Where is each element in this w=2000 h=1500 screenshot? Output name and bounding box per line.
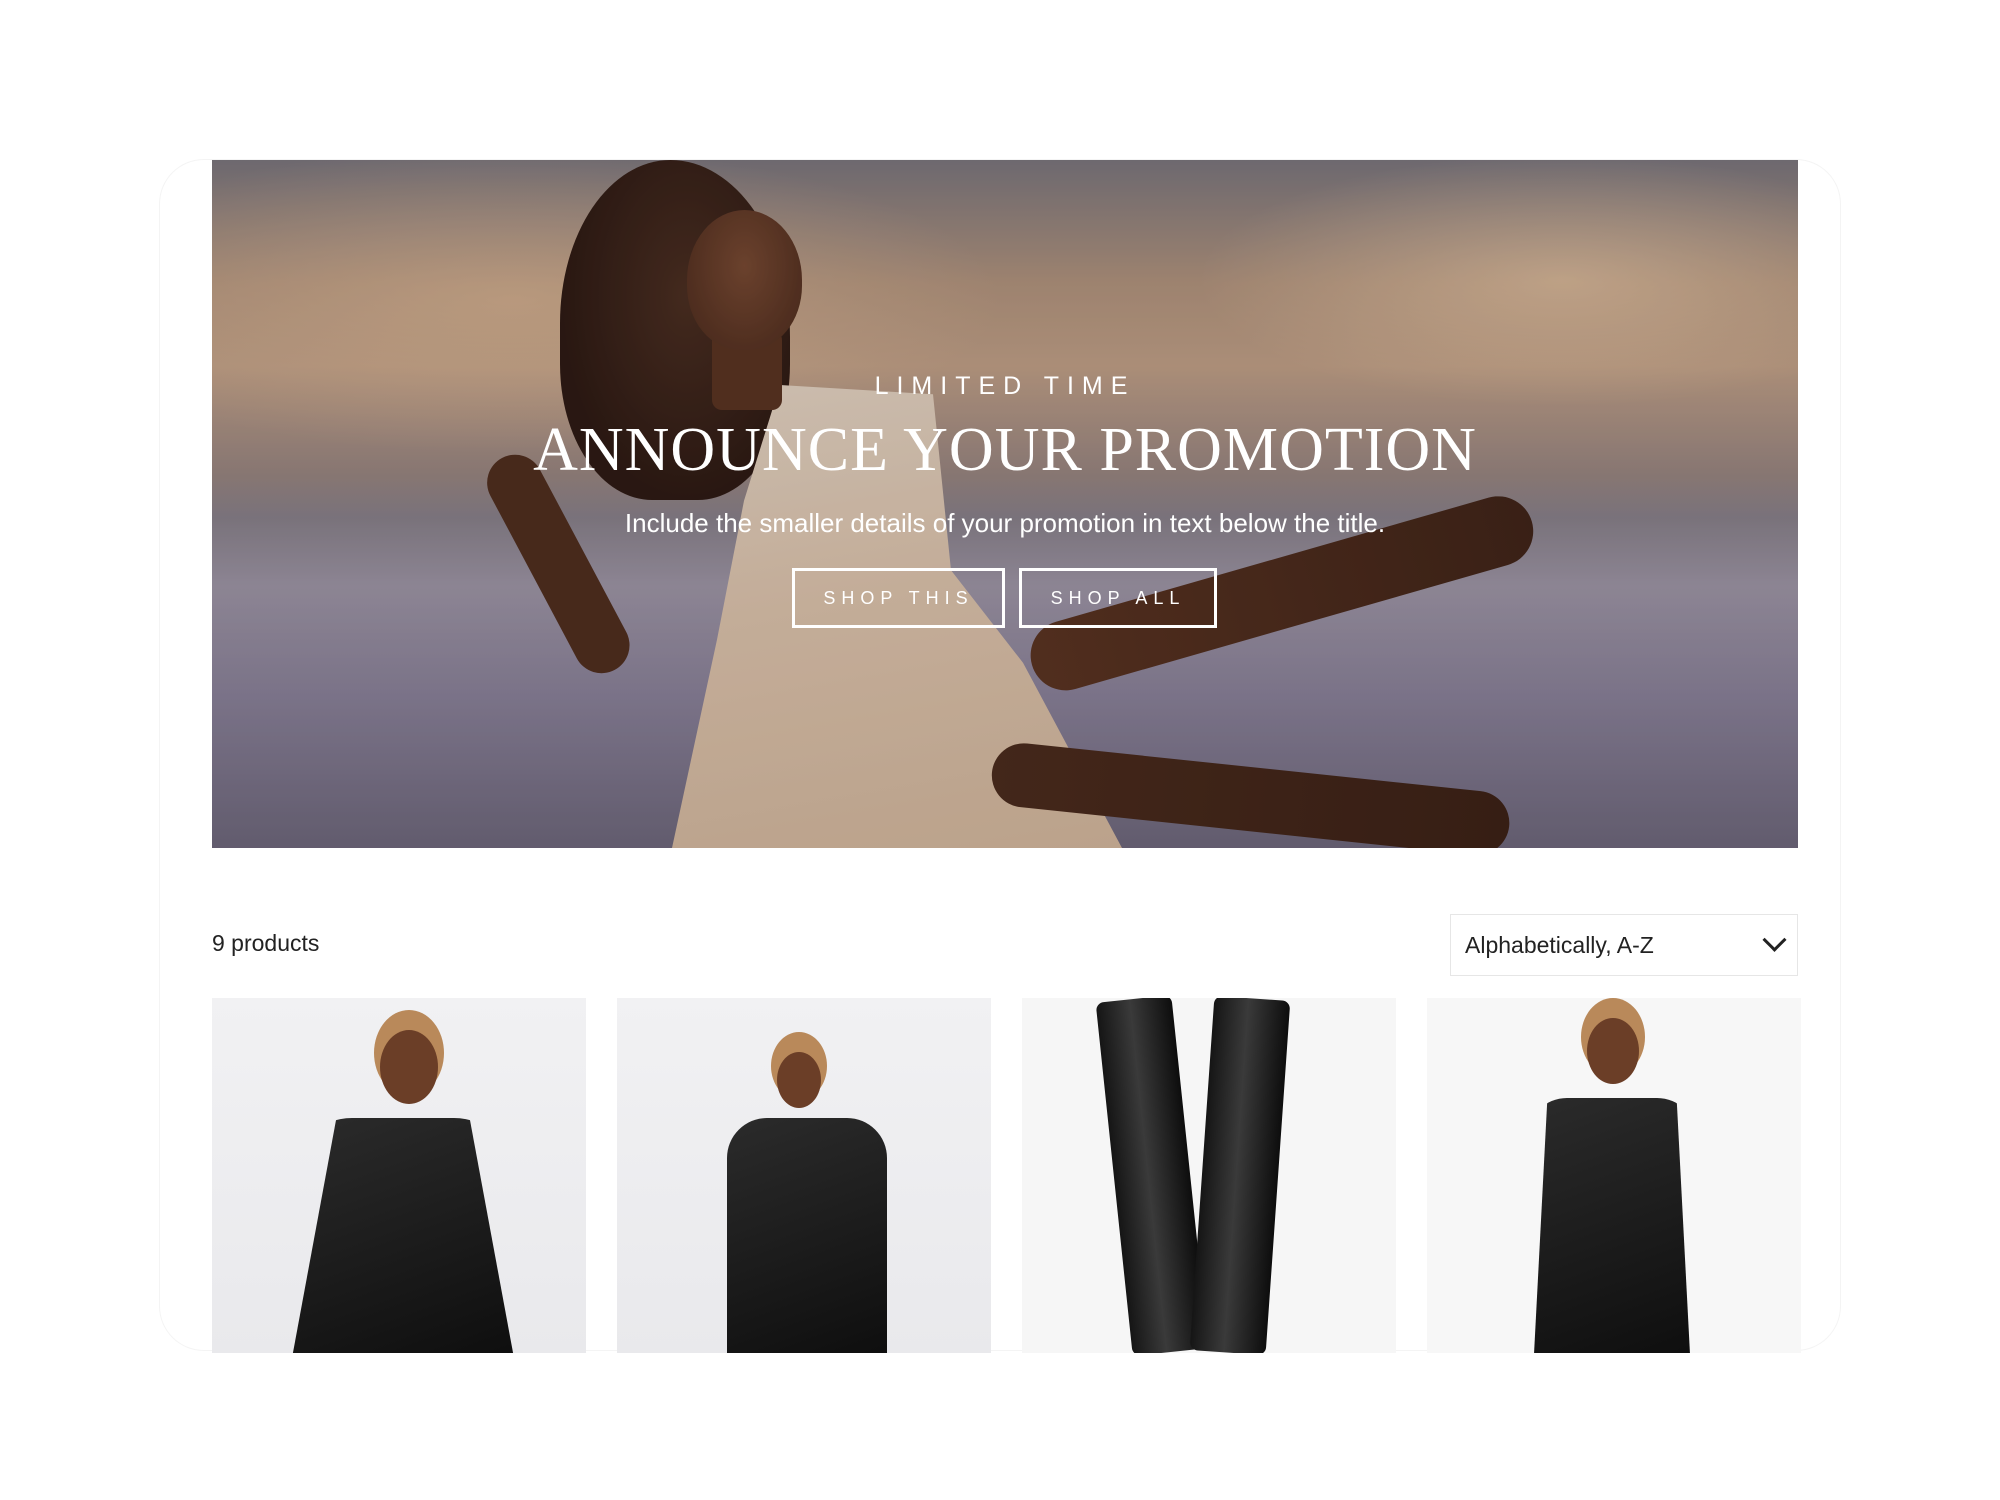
hero-subtitle: Include the smaller details of your prom… xyxy=(624,508,1386,538)
product-image-blazer xyxy=(292,1118,514,1353)
product-card[interactable] xyxy=(1427,998,1801,1353)
product-grid xyxy=(212,998,1801,1353)
product-image-satin-set xyxy=(727,1118,887,1353)
model-head xyxy=(380,1030,438,1104)
sort-selected-value: Alphabetically, A-Z xyxy=(1465,931,1654,958)
hero-overlay xyxy=(212,160,1798,848)
product-image-leather-pants xyxy=(1095,998,1209,1353)
shop-this-button[interactable]: SHOP THIS xyxy=(792,568,1005,628)
product-card[interactable] xyxy=(1022,998,1396,1353)
product-image-leather-pants xyxy=(1189,998,1291,1353)
hero-eyebrow: LIMITED TIME xyxy=(874,372,1136,400)
product-image-suit xyxy=(1533,1098,1691,1353)
sort-select[interactable]: Alphabetically, A-Z xyxy=(1450,914,1798,976)
model-head xyxy=(1587,1018,1639,1084)
hero-title: ANNOUNCE YOUR PROMOTION xyxy=(533,416,1477,484)
model-head xyxy=(777,1052,821,1108)
product-count: 9 products xyxy=(212,930,320,956)
product-card[interactable] xyxy=(212,998,586,1353)
promotion-banner: LIMITED TIME ANNOUNCE YOUR PROMOTION Inc… xyxy=(212,160,1798,848)
chevron-down-icon xyxy=(1762,927,1787,952)
shop-all-button[interactable]: SHOP ALL xyxy=(1019,568,1217,628)
product-card[interactable] xyxy=(617,998,991,1353)
